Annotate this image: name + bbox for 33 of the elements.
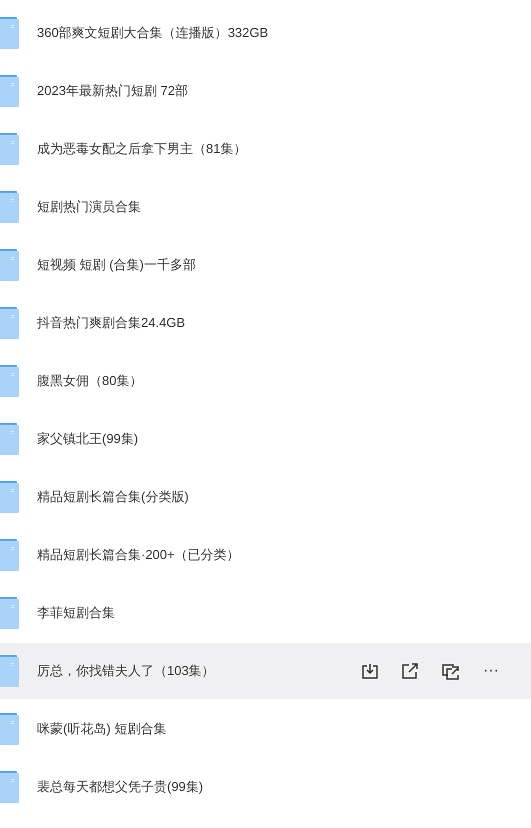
folder-icon	[0, 365, 19, 397]
folder-name: 短剧热门演员合集	[37, 198, 141, 216]
copy-link-icon	[440, 662, 460, 680]
folder-icon	[0, 655, 19, 687]
folder-name: 裴总每天都想父凭子贵(99集)	[37, 778, 204, 796]
folder-name: 短视频 短剧 (合集)一千多部	[37, 256, 196, 274]
share-icon	[401, 662, 420, 680]
folder-name: 360部爽文短剧大合集（连播版）332GB	[37, 24, 268, 42]
more-button[interactable]: ···	[479, 663, 503, 679]
folder-name: 李菲短剧合集	[37, 604, 115, 622]
file-row[interactable]: 厉总，你找错夫人了（103集） ···	[0, 643, 531, 699]
folder-name: 精品短剧长篇合集·200+（已分类）	[37, 546, 240, 564]
folder-name: 精品短剧长篇合集(分类版)	[37, 488, 189, 506]
folder-name: 抖音热门爽剧合集24.4GB	[37, 314, 186, 332]
folder-name: 成为恶毒女配之后拿下男主（81集）	[37, 140, 246, 158]
folder-icon	[0, 307, 19, 339]
folder-icon	[0, 713, 19, 745]
folder-icon	[0, 539, 19, 571]
folder-name: 咪蒙(听花岛) 短剧合集	[37, 720, 166, 738]
folder-name: 家父镇北王(99集)	[37, 430, 138, 448]
folder-icon	[0, 249, 19, 281]
folder-icon	[0, 17, 19, 49]
folder-name: 厉总，你找错夫人了（103集）	[37, 662, 215, 680]
folder-icon	[0, 771, 19, 803]
folder-icon	[0, 191, 19, 223]
folder-icon	[0, 423, 19, 455]
folder-icon	[0, 75, 19, 107]
download-icon	[361, 662, 380, 680]
folder-icon	[0, 481, 19, 513]
folder-name: 2023年最新热门短剧 72部	[37, 82, 188, 100]
folder-icon	[0, 133, 19, 165]
folder-name: 腹黑女佣（80集）	[37, 372, 142, 390]
folder-icon	[0, 597, 19, 629]
